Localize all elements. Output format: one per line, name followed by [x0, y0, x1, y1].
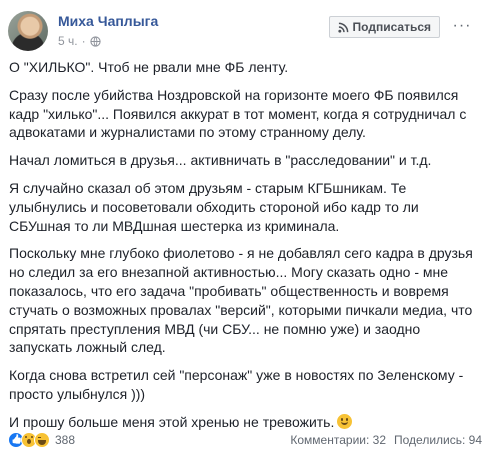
comments-link[interactable]: Комментарии: 32: [290, 433, 386, 447]
rss-icon: [337, 22, 348, 33]
globe-icon[interactable]: [89, 35, 101, 47]
laugh-icon: [34, 432, 50, 448]
author-name[interactable]: Миха Чаплыга: [58, 13, 158, 29]
post-meta: 5 ч. ·: [58, 34, 101, 48]
subscribe-label: Подписаться: [352, 20, 431, 34]
reactions-count: 388: [55, 433, 76, 447]
avatar[interactable]: [8, 11, 48, 51]
post-paragraph: Поскольку мне глубоко фиолетово - я не д…: [9, 245, 473, 356]
last-paragraph-text: И прошу больше меня этой хренью не трево…: [9, 413, 335, 430]
reactions[interactable]: 388: [8, 432, 75, 448]
post-paragraph: Когда снова встретил сей "персонаж" уже …: [9, 367, 464, 402]
post-header: Миха Чаплыга 5 ч. · Подписаться ···: [8, 8, 478, 52]
post-stats: Комментарии: 32 Поделились: 94: [290, 433, 482, 447]
post-paragraph: Сразу после убийства Ноздровской на гори…: [9, 86, 467, 141]
more-options-button[interactable]: ···: [452, 18, 472, 38]
post-paragraph-last: И прошу больше меня этой хренью не трево…: [9, 413, 479, 432]
shares-link[interactable]: Поделились: 94: [394, 433, 482, 447]
post-body: О "ХИЛЬКО". Чтоб не рвали мне ФБ ленту. …: [9, 58, 479, 441]
post-paragraph: О "ХИЛЬКО". Чтоб не рвали мне ФБ ленту.: [9, 59, 289, 75]
subscribe-button[interactable]: Подписаться: [328, 16, 440, 38]
post-paragraph: Я случайно сказал об этом друзьям - стар…: [9, 179, 419, 234]
smile-emoji-icon: [337, 413, 353, 429]
meta-separator: ·: [81, 34, 86, 48]
post-paragraph: Начал ломиться в друзья... активничать в…: [9, 152, 432, 169]
post-footer: 388 Комментарии: 32 Поделились: 94: [8, 430, 482, 450]
post-time[interactable]: 5 ч.: [58, 34, 78, 48]
